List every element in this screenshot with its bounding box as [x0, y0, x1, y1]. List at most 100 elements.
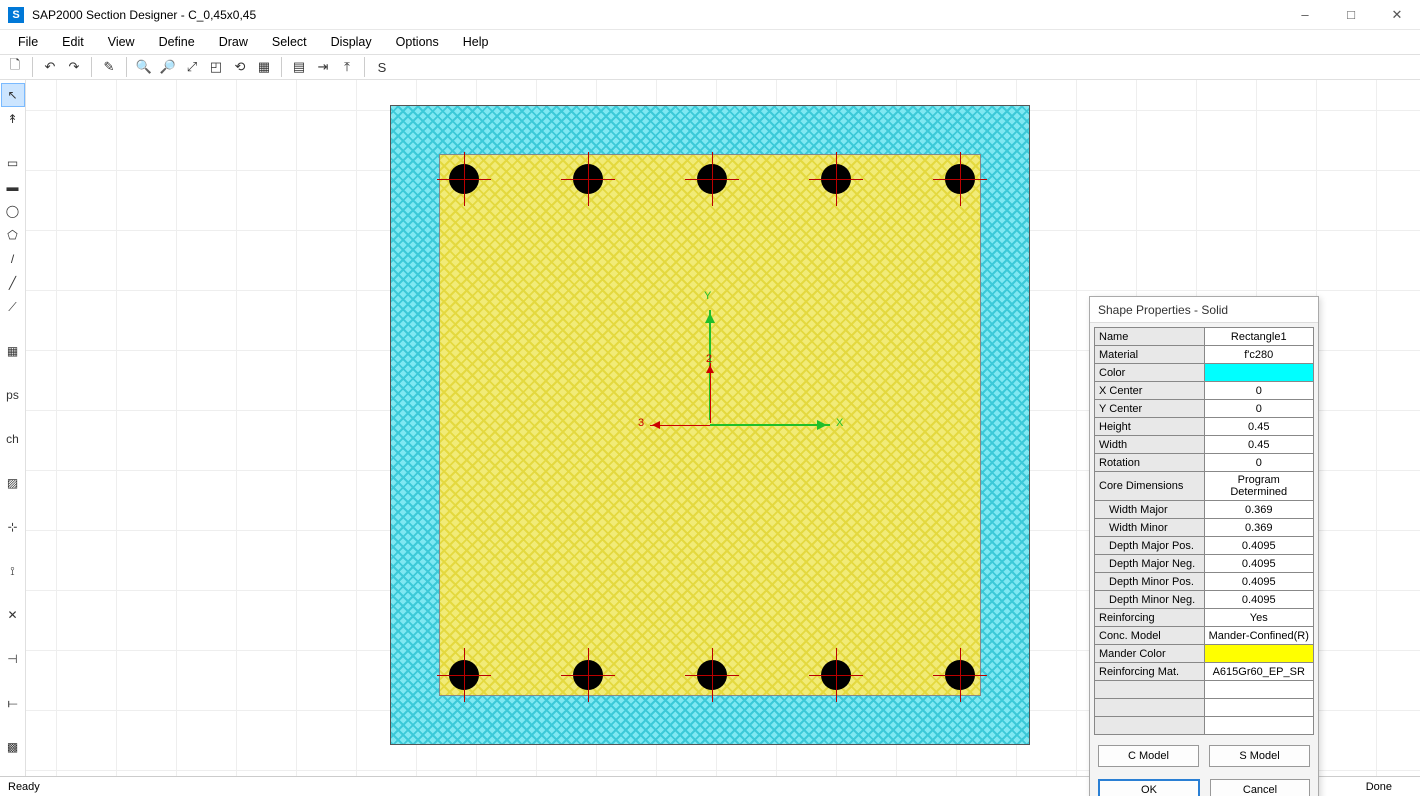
prop-value[interactable]: 0 — [1204, 454, 1314, 472]
prop-value[interactable]: Rectangle1 — [1204, 328, 1314, 346]
window-title: SAP2000 Section Designer - C_0,45x0,45 — [32, 8, 256, 22]
menu-define[interactable]: Define — [149, 33, 205, 51]
prop-color-swatch[interactable] — [1204, 364, 1314, 382]
tool-snap6[interactable]: ▩ — [2, 736, 24, 758]
prop-color-swatch[interactable] — [1204, 645, 1314, 663]
cancel-button[interactable]: Cancel — [1210, 779, 1310, 796]
prop-key: Height — [1095, 418, 1205, 436]
prop-key: Reinforcing Mat. — [1095, 663, 1205, 681]
section-outer[interactable]: Y X 2 3 — [390, 105, 1030, 745]
tool-line[interactable]: / — [2, 248, 24, 270]
section-core[interactable]: Y X 2 3 — [439, 154, 981, 696]
tool-snap5[interactable]: ⟝ — [2, 692, 24, 714]
prop-key: Width Minor — [1095, 519, 1205, 537]
axis-y-icon[interactable]: ⤒ — [336, 56, 358, 78]
prop-value[interactable]: Mander-Confined(R) — [1204, 627, 1314, 645]
prop-key: Color — [1095, 364, 1205, 382]
tool-line2[interactable]: ╱ — [2, 272, 24, 294]
tool-hatch[interactable]: ▨ — [2, 472, 24, 494]
app-icon: S — [8, 7, 24, 23]
zoom-window-icon[interactable]: ◰ — [205, 56, 227, 78]
zoom-in-icon[interactable]: 🔍 — [133, 56, 155, 78]
prop-key: Name — [1095, 328, 1205, 346]
new-icon[interactable]: 🗋 — [4, 56, 26, 78]
prop-key: Depth Major Pos. — [1095, 537, 1205, 555]
ok-button[interactable]: OK — [1098, 779, 1200, 796]
prop-value[interactable]: Yes — [1204, 609, 1314, 627]
rebar[interactable] — [821, 660, 851, 690]
menu-file[interactable]: File — [8, 33, 48, 51]
c-model-button[interactable]: C Model — [1098, 745, 1199, 767]
titlebar: S SAP2000 Section Designer - C_0,45x0,45… — [0, 0, 1420, 30]
rebar[interactable] — [945, 164, 975, 194]
tool-snap1[interactable]: ⊹ — [2, 516, 24, 538]
axis-3-label: 3 — [638, 417, 644, 429]
prop-value[interactable]: 0.45 — [1204, 418, 1314, 436]
refresh-icon[interactable]: ▦ — [253, 56, 275, 78]
minimize-button[interactable]: – — [1282, 0, 1328, 30]
axis-2-label: 2 — [706, 353, 712, 365]
pen-icon[interactable]: ✎ — [98, 56, 120, 78]
tool-ps2[interactable]: ps — [2, 384, 24, 406]
tool-rect-solid[interactable]: ▬ — [2, 176, 24, 198]
prop-value[interactable]: 0.4095 — [1204, 537, 1314, 555]
tool-ch[interactable]: ch — [2, 428, 24, 450]
prop-key: X Center — [1095, 382, 1205, 400]
zoom-prev-icon[interactable]: ⟲ — [229, 56, 251, 78]
rebar[interactable] — [449, 164, 479, 194]
undo-icon[interactable]: ↶ — [39, 56, 61, 78]
prop-value[interactable]: 0.4095 — [1204, 591, 1314, 609]
menu-draw[interactable]: Draw — [209, 33, 258, 51]
menu-view[interactable]: View — [98, 33, 145, 51]
style-icon[interactable]: S — [371, 56, 393, 78]
redo-icon[interactable]: ↷ — [63, 56, 85, 78]
rebar[interactable] — [573, 660, 603, 690]
close-button[interactable]: ✕ — [1374, 0, 1420, 30]
rebar[interactable] — [697, 660, 727, 690]
maximize-button[interactable]: □ — [1328, 0, 1374, 30]
prop-value[interactable]: 0.369 — [1204, 519, 1314, 537]
zoom-out-icon[interactable]: 🔎 — [157, 56, 179, 78]
menu-edit[interactable]: Edit — [52, 33, 94, 51]
prop-value[interactable]: 0 — [1204, 400, 1314, 418]
tool-rebar[interactable]: ⟋ — [2, 296, 24, 318]
prop-value[interactable]: 0.45 — [1204, 436, 1314, 454]
rebar[interactable] — [449, 660, 479, 690]
rebar[interactable] — [945, 660, 975, 690]
grid-icon[interactable]: ▤ — [288, 56, 310, 78]
tool-circle[interactable]: ◯ — [2, 200, 24, 222]
tool-rect[interactable]: ▭ — [2, 152, 24, 174]
tool-snap4[interactable]: ⊣ — [2, 648, 24, 670]
menu-help[interactable]: Help — [453, 33, 499, 51]
menu-options[interactable]: Options — [386, 33, 449, 51]
prop-key: Width — [1095, 436, 1205, 454]
canvas[interactable]: Y X 2 3 Shape Properties - Solid NameRec… — [26, 80, 1420, 776]
prop-value[interactable]: A615Gr60_EP_SR — [1204, 663, 1314, 681]
prop-value[interactable]: 0.4095 — [1204, 573, 1314, 591]
prop-value[interactable]: 0.4095 — [1204, 555, 1314, 573]
s-model-button[interactable]: S Model — [1209, 745, 1310, 767]
tool-reshape[interactable]: ↟ — [2, 108, 24, 130]
axis-x-label: X — [836, 417, 843, 429]
rebar[interactable] — [697, 164, 727, 194]
rebar[interactable] — [821, 164, 851, 194]
zoom-full-icon[interactable]: ⤢ — [181, 56, 203, 78]
prop-value[interactable]: f'c280 — [1204, 346, 1314, 364]
prop-key: Material — [1095, 346, 1205, 364]
menu-select[interactable]: Select — [262, 33, 317, 51]
tool-pointer[interactable]: ↖ — [2, 84, 24, 106]
status-done[interactable]: Done — [1366, 781, 1392, 793]
tool-poly[interactable]: ⬠ — [2, 224, 24, 246]
prop-value[interactable]: Program Determined — [1204, 472, 1314, 501]
prop-value[interactable]: 0 — [1204, 382, 1314, 400]
tool-snap2[interactable]: ⟟ — [2, 560, 24, 582]
axis-2-red — [710, 363, 711, 423]
shape-properties-dialog[interactable]: Shape Properties - Solid NameRectangle1M… — [1089, 296, 1319, 796]
tool-snap3[interactable]: ✕ — [2, 604, 24, 626]
tool-ps-label[interactable]: ▦ — [2, 340, 24, 362]
axis-x-icon[interactable]: ⇥ — [312, 56, 334, 78]
rebar[interactable] — [573, 164, 603, 194]
menu-display[interactable]: Display — [321, 33, 382, 51]
prop-value[interactable]: 0.369 — [1204, 501, 1314, 519]
prop-key: Mander Color — [1095, 645, 1205, 663]
